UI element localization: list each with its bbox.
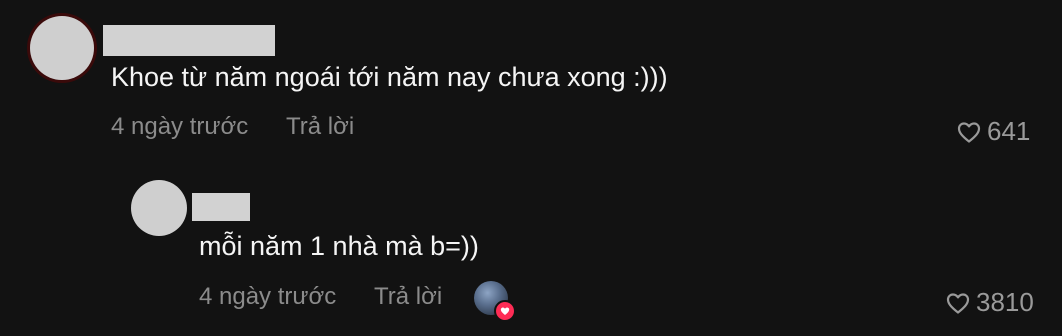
heart-badge-icon bbox=[494, 300, 516, 322]
comment-text: Khoe từ năm ngoái tới năm nay chưa xong … bbox=[111, 62, 668, 92]
comment-timestamp: 4 ngày trước bbox=[111, 113, 249, 140]
reply-text: mỗi năm 1 nhà mà b=)) bbox=[199, 231, 479, 261]
comment-like-count: 641 bbox=[987, 116, 1031, 146]
heart-outline-icon bbox=[946, 292, 970, 314]
reply-like-button[interactable]: 3810 bbox=[946, 287, 1034, 318]
reply-reply-button[interactable]: Trả lời bbox=[374, 282, 442, 312]
reply-username-redacted[interactable] bbox=[192, 193, 250, 221]
reply-timestamp: 4 ngày trước bbox=[199, 283, 337, 310]
reply-like-count: 3810 bbox=[976, 287, 1034, 317]
heart-outline-icon bbox=[957, 121, 981, 143]
comment-like-button[interactable]: 641 bbox=[957, 116, 1030, 147]
reply-avatar[interactable] bbox=[131, 180, 187, 236]
comment-avatar[interactable] bbox=[30, 16, 94, 80]
comment-username-redacted[interactable] bbox=[103, 25, 275, 56]
comment-reply-button[interactable]: Trả lời bbox=[286, 112, 354, 142]
